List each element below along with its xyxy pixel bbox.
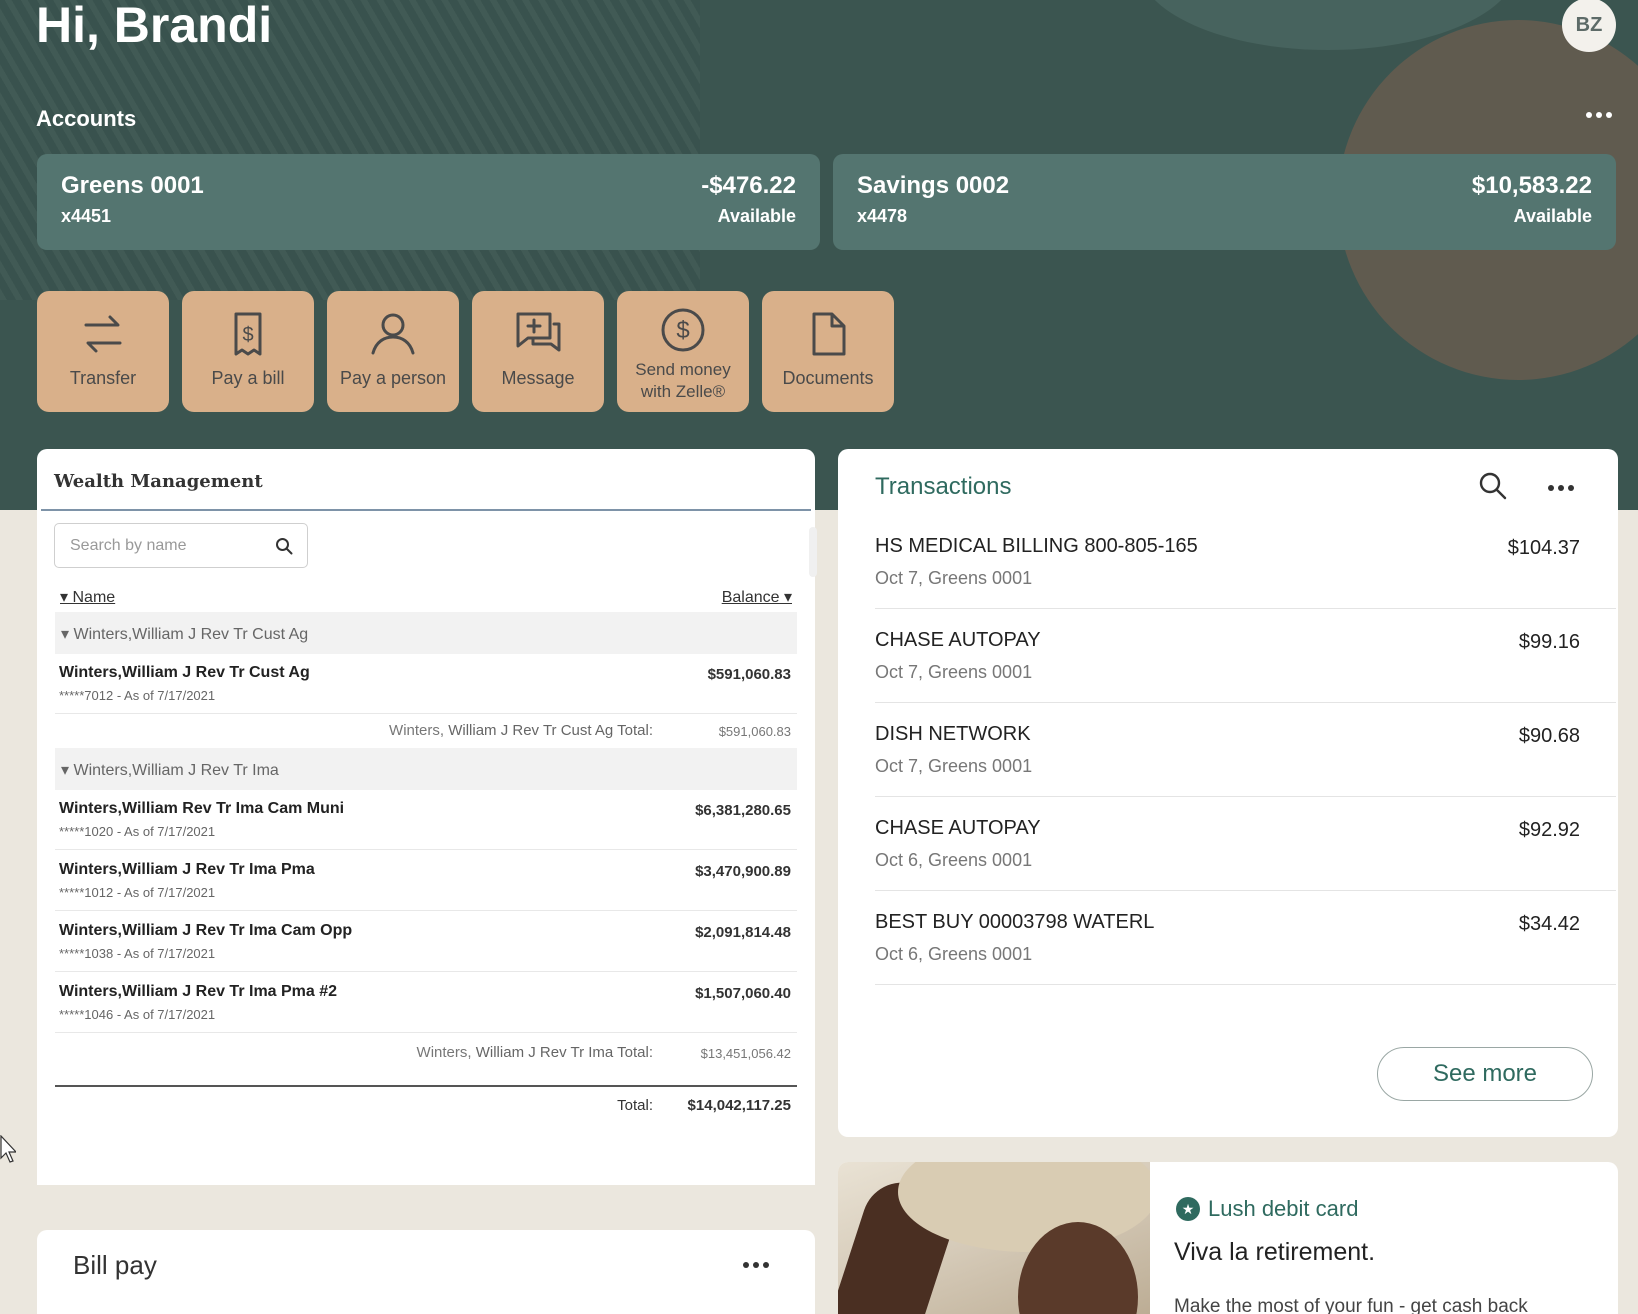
group-subtotal: Winters, William J Rev Tr Cust Ag Total:… [389, 722, 791, 739]
transaction-row[interactable]: DISH NETWORK Oct 7, Greens 0001 $90.68 [875, 703, 1616, 797]
bill-pay-title: Bill pay [73, 1250, 157, 1280]
account-card-greens[interactable]: Greens 0001 x4451 -$476.22 Available [37, 154, 820, 250]
account-number: x4451 [61, 206, 112, 226]
account-balance-label: Available [1513, 206, 1592, 226]
group-header[interactable]: ▾ Winters,William J Rev Tr Cust Ag [55, 612, 797, 654]
wealth-title: Wealth Management [54, 471, 263, 492]
transfer-button[interactable]: Transfer [37, 291, 169, 412]
account-name: Greens 0001 [61, 172, 204, 199]
quick-actions: Transfer $ Pay a bill Pay a person Messa… [37, 291, 894, 412]
transactions-title: Transactions [875, 473, 1012, 500]
message-button[interactable]: Message [472, 291, 604, 412]
account-balance-label: Available [717, 206, 796, 226]
search-icon[interactable] [275, 537, 293, 555]
promo-image [838, 1162, 1150, 1314]
greeting-title: Hi, Brandi [36, 0, 273, 53]
action-label: Transfer [69, 368, 137, 388]
mouse-cursor-icon [0, 1135, 16, 1163]
action-label: Pay a person [339, 368, 447, 388]
promo-headline: Viva la retirement. [1174, 1238, 1376, 1266]
account-card-savings[interactable]: Savings 0002 x4478 $10,583.22 Available [833, 154, 1616, 250]
bill-pay-more-icon[interactable] [743, 1262, 769, 1268]
pay-person-button[interactable]: Pay a person [327, 291, 459, 412]
zelle-button[interactable]: $ Send money with Zelle® [617, 291, 749, 412]
promo-card[interactable]: ★ Lush debit card Viva la retirement. Ma… [838, 1162, 1618, 1314]
message-icon [516, 312, 561, 352]
pay-bill-button[interactable]: $ Pay a bill [182, 291, 314, 412]
group-header[interactable]: ▾ Winters,William J Rev Tr Ima [55, 748, 797, 790]
grand-total: Total: $14,042,117.25 [55, 1085, 797, 1121]
table-row[interactable]: Winters,William J Rev Tr Ima Pma #2 ****… [55, 973, 797, 1033]
see-more-button[interactable]: See more [1377, 1047, 1593, 1101]
promo-badge: ★ Lush debit card [1176, 1196, 1358, 1222]
scrollbar[interactable] [809, 527, 817, 577]
search-icon[interactable] [1478, 471, 1508, 501]
sort-by-balance[interactable]: Balance ▾ [722, 587, 792, 607]
svg-text:$: $ [676, 317, 689, 344]
transaction-row[interactable]: CHASE AUTOPAY Oct 6, Greens 0001 $92.92 [875, 797, 1616, 891]
transaction-row[interactable]: BEST BUY 00003798 WATERL Oct 6, Greens 0… [875, 891, 1616, 985]
svg-text:$: $ [242, 324, 253, 346]
table-row[interactable]: Winters,William J Rev Tr Ima Cam Opp ***… [55, 912, 797, 972]
zelle-dollar-icon: $ [661, 308, 705, 352]
accounts-more-icon[interactable] [1586, 112, 1612, 118]
action-label: Send money with Zelle® [635, 360, 731, 401]
documents-button[interactable]: Documents [762, 291, 894, 412]
star-icon: ★ [1176, 1197, 1200, 1221]
avatar[interactable]: BZ [1562, 0, 1616, 52]
action-label: Documents [782, 368, 874, 388]
transactions-more-icon[interactable] [1548, 485, 1574, 491]
document-icon [812, 312, 846, 356]
hero-banner [0, 0, 1638, 510]
action-label: Pay a bill [211, 368, 285, 388]
table-row[interactable]: Winters,William J Rev Tr Ima Pma *****10… [55, 851, 797, 911]
bill-icon: $ [234, 312, 262, 356]
transaction-row[interactable]: HS MEDICAL BILLING 800-805-165 Oct 7, Gr… [875, 515, 1616, 609]
promo-body: Make the most of your fun - get cash bac… [1174, 1296, 1528, 1314]
account-balance: -$476.22 [701, 172, 796, 199]
account-balance: $10,583.22 [1471, 172, 1592, 199]
transactions-card: Transactions HS MEDICAL BILLING 800-805-… [838, 449, 1618, 1137]
accounts-title: Accounts [36, 106, 137, 131]
sort-by-name[interactable]: ▾ Name [60, 587, 115, 607]
table-row[interactable]: Winters,William Rev Tr Ima Cam Muni ****… [55, 790, 797, 850]
account-number: x4478 [857, 206, 908, 226]
group-subtotal: Winters, William J Rev Tr Ima Total: $13… [416, 1044, 791, 1061]
divider [41, 509, 811, 511]
transfer-icon [84, 315, 122, 353]
wealth-search-input[interactable] [54, 523, 308, 568]
wealth-management-card: Wealth Management ▾ Name Balance ▾ ▾ Win… [37, 449, 817, 1185]
transaction-row[interactable]: CHASE AUTOPAY Oct 7, Greens 0001 $99.16 [875, 609, 1616, 703]
person-icon [371, 313, 415, 355]
table-row[interactable]: Winters,William J Rev Tr Cust Ag *****70… [55, 654, 797, 714]
action-label: Message [501, 368, 575, 388]
bill-pay-card: Bill pay [37, 1230, 815, 1314]
